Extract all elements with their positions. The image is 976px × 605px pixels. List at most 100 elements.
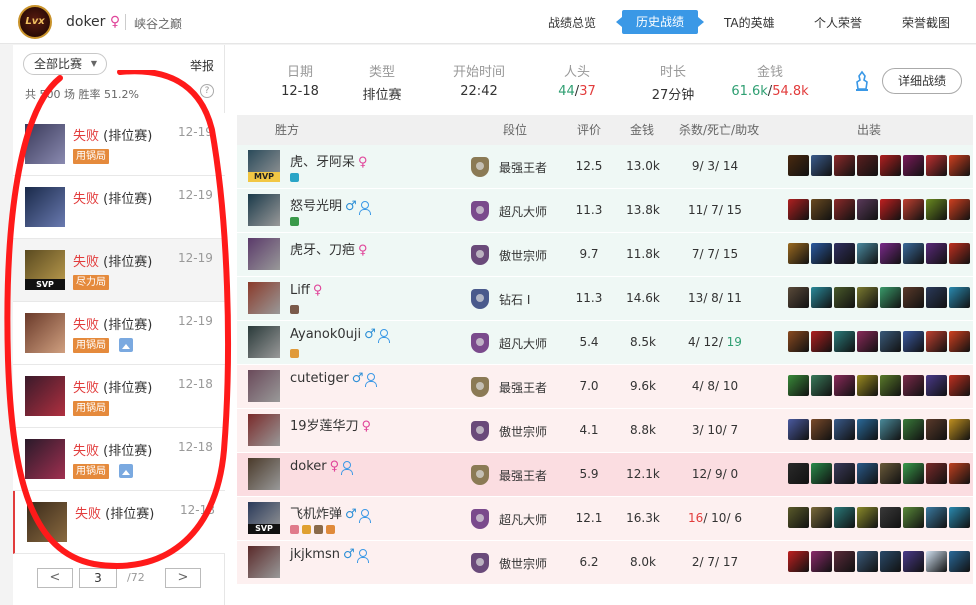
- item-icon[interactable]: [811, 331, 832, 352]
- match-item[interactable]: 失败 (排位赛) 12-19: [13, 176, 225, 239]
- match-item[interactable]: 失败 (排位赛) 12-19 用锅局: [13, 302, 225, 365]
- friend-add-icon[interactable]: [365, 372, 380, 387]
- item-icon[interactable]: [903, 419, 924, 440]
- player-name[interactable]: 虎、牙阿呆 ♀: [290, 151, 368, 170]
- item-icon[interactable]: [834, 287, 855, 308]
- nav-overview[interactable]: 战绩总览: [548, 14, 596, 31]
- item-icon[interactable]: [949, 375, 970, 396]
- item-icon[interactable]: [903, 287, 924, 308]
- item-icon[interactable]: [949, 155, 970, 176]
- item-icon[interactable]: [788, 243, 809, 264]
- item-icon[interactable]: [926, 287, 947, 308]
- item-icon[interactable]: [788, 507, 809, 528]
- player-row[interactable]: Ayanok0uji ♂ 超凡大师 5.4 8.5k 4/ 12/ 19: [237, 321, 973, 365]
- item-icon[interactable]: [788, 199, 809, 220]
- item-icon[interactable]: [811, 551, 832, 572]
- item-icon[interactable]: [949, 199, 970, 220]
- item-icon[interactable]: [834, 155, 855, 176]
- player-name[interactable]: Liff ♀: [290, 283, 322, 298]
- player-name[interactable]: cutetiger ♂: [290, 371, 380, 387]
- nav-honor[interactable]: 个人荣誉: [814, 14, 862, 31]
- item-icon[interactable]: [811, 199, 832, 220]
- item-icon[interactable]: [903, 463, 924, 484]
- player-name[interactable]: doker ♀: [290, 459, 356, 475]
- item-icon[interactable]: [857, 463, 878, 484]
- avatar[interactable]: Lvx: [18, 5, 52, 39]
- player-name[interactable]: jkjkmsn ♂: [290, 547, 372, 563]
- item-icon[interactable]: [857, 375, 878, 396]
- player-name[interactable]: 怒号光明 ♂: [290, 195, 374, 215]
- friend-add-icon[interactable]: [356, 548, 372, 563]
- item-icon[interactable]: [834, 199, 855, 220]
- match-item[interactable]: 失败 (排位赛) 12-18: [13, 491, 225, 554]
- item-icon[interactable]: [949, 287, 970, 308]
- item-icon[interactable]: [926, 507, 947, 528]
- item-icon[interactable]: [857, 243, 878, 264]
- item-icon[interactable]: [811, 507, 832, 528]
- match-item[interactable]: 失败 (排位赛) 12-19 用锅局: [13, 113, 225, 176]
- page-input[interactable]: 3: [79, 568, 117, 588]
- help-icon[interactable]: ?: [200, 84, 214, 98]
- item-icon[interactable]: [903, 551, 924, 572]
- item-icon[interactable]: [834, 551, 855, 572]
- image-icon[interactable]: [119, 338, 133, 352]
- player-row[interactable]: 怒号光明 ♂ 超凡大师 11.3 13.8k 11/ 7/ 15: [237, 189, 973, 233]
- champion-statue-icon[interactable]: [852, 70, 872, 92]
- friend-add-icon[interactable]: [358, 508, 374, 523]
- player-row[interactable]: 19岁莲华刀 ♀ 傲世宗师 4.1 8.8k 3/ 10/ 7: [237, 409, 973, 453]
- player-name[interactable]: 19岁莲华刀 ♀: [290, 415, 371, 434]
- player-row[interactable]: MVP 虎、牙阿呆 ♀ 最强王者 12.5 13.0k 9/ 3/ 14: [237, 145, 973, 189]
- item-icon[interactable]: [880, 331, 901, 352]
- item-icon[interactable]: [788, 551, 809, 572]
- item-icon[interactable]: [880, 199, 901, 220]
- item-icon[interactable]: [949, 331, 970, 352]
- match-item[interactable]: 失败 (排位赛) 12-18 用锅局: [13, 428, 225, 491]
- item-icon[interactable]: [926, 155, 947, 176]
- item-icon[interactable]: [811, 243, 832, 264]
- item-icon[interactable]: [834, 463, 855, 484]
- item-icon[interactable]: [857, 331, 878, 352]
- item-icon[interactable]: [811, 375, 832, 396]
- item-icon[interactable]: [880, 551, 901, 572]
- player-name[interactable]: 虎牙、刀疤 ♀: [290, 239, 368, 258]
- item-icon[interactable]: [903, 155, 924, 176]
- item-icon[interactable]: [834, 375, 855, 396]
- item-icon[interactable]: [788, 419, 809, 440]
- player-name[interactable]: 飞机炸弹 ♂: [290, 503, 374, 523]
- item-icon[interactable]: [811, 155, 832, 176]
- item-icon[interactable]: [811, 287, 832, 308]
- detail-stats-button[interactable]: 详细战绩: [882, 68, 962, 94]
- player-row[interactable]: doker ♀ 最强王者 5.9 12.1k 12/ 9/ 0: [237, 453, 973, 497]
- nav-screenshots[interactable]: 荣誉截图: [902, 14, 950, 31]
- player-name[interactable]: Ayanok0uji ♂: [290, 327, 393, 343]
- item-icon[interactable]: [903, 331, 924, 352]
- image-icon[interactable]: [119, 464, 133, 478]
- item-icon[interactable]: [880, 287, 901, 308]
- player-row[interactable]: jkjkmsn ♂ 傲世宗师 6.2 8.0k 2/ 7/ 17: [237, 541, 973, 585]
- item-icon[interactable]: [857, 287, 878, 308]
- item-icon[interactable]: [880, 375, 901, 396]
- item-icon[interactable]: [811, 419, 832, 440]
- item-icon[interactable]: [949, 463, 970, 484]
- player-row[interactable]: cutetiger ♂ 最强王者 7.0 9.6k 4/ 8/ 10: [237, 365, 973, 409]
- match-item[interactable]: 失败 (排位赛) 12-18 用锅局: [13, 365, 225, 428]
- item-icon[interactable]: [857, 199, 878, 220]
- item-icon[interactable]: [926, 419, 947, 440]
- friend-add-icon[interactable]: [377, 328, 393, 343]
- item-icon[interactable]: [857, 551, 878, 572]
- item-icon[interactable]: [903, 375, 924, 396]
- item-icon[interactable]: [857, 155, 878, 176]
- prev-page-button[interactable]: <: [37, 568, 73, 588]
- item-icon[interactable]: [949, 551, 970, 572]
- item-icon[interactable]: [926, 243, 947, 264]
- next-page-button[interactable]: >: [165, 568, 201, 588]
- item-icon[interactable]: [926, 331, 947, 352]
- report-button[interactable]: 举报: [190, 57, 214, 74]
- friend-add-icon[interactable]: [358, 200, 374, 215]
- item-icon[interactable]: [903, 243, 924, 264]
- nav-history[interactable]: 历史战绩: [615, 10, 705, 34]
- item-icon[interactable]: [880, 243, 901, 264]
- item-icon[interactable]: [788, 463, 809, 484]
- item-icon[interactable]: [880, 155, 901, 176]
- item-icon[interactable]: [788, 287, 809, 308]
